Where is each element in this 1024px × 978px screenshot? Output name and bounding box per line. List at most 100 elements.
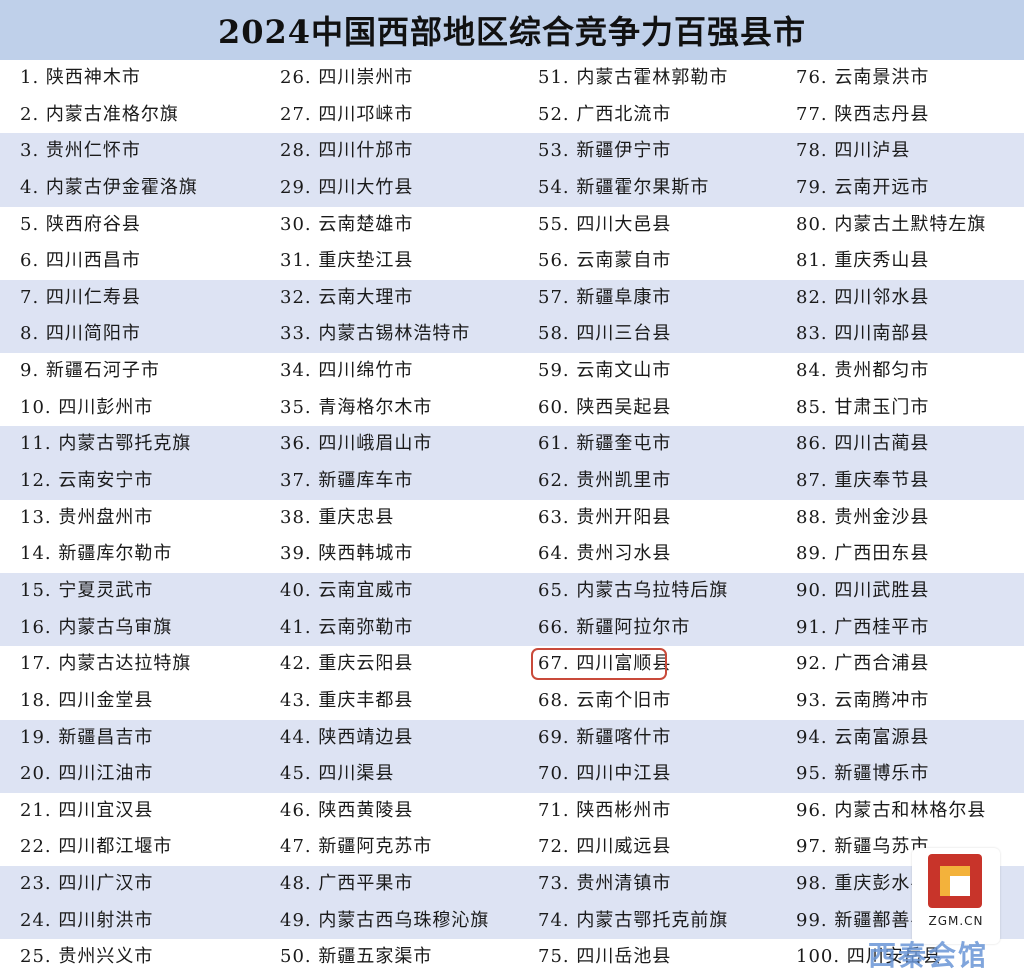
table-cell: 83. 四川南部县 xyxy=(796,323,930,345)
table-cell: 88. 贵州金沙县 xyxy=(796,506,930,528)
table-cell: 89. 广西田东县 xyxy=(796,543,930,565)
logo-text: ZGM.CN xyxy=(928,914,984,928)
table-cell: 94. 云南富源县 xyxy=(796,726,930,748)
table-row: 15. 宁夏灵武市 40. 云南宜威市 65. 内蒙古乌拉特后旗 90. 四川武胜县 xyxy=(0,572,1024,610)
table-cell: 14. 新疆库尔勒市 xyxy=(20,543,173,565)
table-cell: 34. 四川绵竹市 xyxy=(280,360,414,382)
table-cell: 64. 贵州习水县 xyxy=(538,543,672,565)
table-cell: 17. 内蒙古达拉特旗 xyxy=(20,653,192,675)
table-cell: 84. 贵州都匀市 xyxy=(796,360,930,382)
table-cell: 71. 陕西彬州市 xyxy=(538,799,672,821)
table-row: 19. 新疆昌吉市 44. 陕西靖边县 69. 新疆喀什市 94. 云南富源县 xyxy=(0,719,1024,757)
table-row: 18. 四川金堂县 43. 重庆丰都县 68. 云南个旧市 93. 云南腾冲市 xyxy=(0,683,1024,720)
table-cell: 60. 陕西吴起县 xyxy=(538,396,672,418)
table-cell: 73. 贵州清镇市 xyxy=(538,873,672,895)
table-cell: 36. 四川峨眉山市 xyxy=(280,433,433,455)
table-row: 14. 新疆库尔勒市 39. 陕西韩城市 64. 贵州习水县 89. 广西田东县 xyxy=(0,536,1024,573)
table-cell: 43. 重庆丰都县 xyxy=(280,689,414,711)
table-cell: 59. 云南文山市 xyxy=(538,360,672,382)
table-cell: 81. 重庆秀山县 xyxy=(796,250,930,272)
table-row: 8. 四川简阳市 33. 内蒙古锡林浩特市 58. 四川三台县 83. 四川南部县 xyxy=(0,316,1024,354)
table-cell: 82. 四川邻水县 xyxy=(796,286,930,308)
table-cell: 57. 新疆阜康市 xyxy=(538,286,672,308)
table-cell: 77. 陕西志丹县 xyxy=(796,103,930,125)
table-cell: 47. 新疆阿克苏市 xyxy=(280,836,433,858)
table-cell: 26. 四川崇州市 xyxy=(280,67,414,88)
table-cell: 21. 四川宜汉县 xyxy=(20,799,154,821)
table-cell: 3. 贵州仁怀市 xyxy=(20,140,141,162)
table-row: 10. 四川彭州市 35. 青海格尔木市 60. 陕西吴起县 85. 甘肃玉门市 xyxy=(0,390,1024,427)
table-cell: 79. 云南开远市 xyxy=(796,176,930,198)
table-row: 16. 内蒙古乌审旗 41. 云南弥勒市 66. 新疆阿拉尔市 91. 广西桂平市 xyxy=(0,609,1024,647)
table-cell: 56. 云南蒙自市 xyxy=(538,250,672,272)
table-cell: 50. 新疆五家渠市 xyxy=(280,946,433,968)
table-row: 3. 贵州仁怀市 28. 四川什邡市 53. 新疆伊宁市 78. 四川泸县 xyxy=(0,133,1024,170)
table-cell: 8. 四川简阳市 xyxy=(20,323,141,345)
table-cell: 53. 新疆伊宁市 xyxy=(538,140,672,162)
table-cell: 68. 云南个旧市 xyxy=(538,689,672,711)
table-cell: 80. 内蒙古土默特左旗 xyxy=(796,213,987,235)
table-cell: 97. 新疆乌苏市 xyxy=(796,836,930,858)
table-row: 22. 四川都江堰市 47. 新疆阿克苏市 72. 四川威远县 97. 新疆乌苏市 xyxy=(0,829,1024,866)
table-row: 5. 陕西府谷县 30. 云南楚雄市 55. 四川大邑县 80. 内蒙古土默特左旗 xyxy=(0,207,1024,244)
table-cell: 7. 四川仁寿县 xyxy=(20,286,141,308)
table-cell: 74. 内蒙古鄂托克前旗 xyxy=(538,909,729,931)
table-cell: 31. 重庆垫江县 xyxy=(280,250,414,272)
table-cell: 27. 四川邛崃市 xyxy=(280,103,414,125)
table-cell: 45. 四川渠县 xyxy=(280,763,395,785)
table-row: 21. 四川宜汉县 46. 陕西黄陵县 71. 陕西彬州市 96. 内蒙古和林格尔县 xyxy=(0,793,1024,830)
table-row: 12. 云南安宁市 37. 新疆库车市 62. 贵州凯里市 87. 重庆奉节县 xyxy=(0,463,1024,500)
table-cell: 12. 云南安宁市 xyxy=(20,470,154,492)
table-cell: 32. 云南大理市 xyxy=(280,286,414,308)
table-cell: 90. 四川武胜县 xyxy=(796,579,930,601)
table-cell: 63. 贵州开阳县 xyxy=(538,506,672,528)
table-cell: 51. 内蒙古霍林郭勒市 xyxy=(538,67,729,88)
table-cell: 46. 陕西黄陵县 xyxy=(280,799,414,821)
table-cell: 30. 云南楚雄市 xyxy=(280,213,414,235)
table-cell: 29. 四川大竹县 xyxy=(280,176,414,198)
table-cell: 55. 四川大邑县 xyxy=(538,213,672,235)
table-cell: 54. 新疆霍尔果斯市 xyxy=(538,176,710,198)
table-cell: 69. 新疆喀什市 xyxy=(538,726,672,748)
table-row: 17. 内蒙古达拉特旗 42. 重庆云阳县 67. 四川富顺县 92. 广西合浦县 xyxy=(0,646,1024,683)
table-cell: 23. 四川广汉市 xyxy=(20,873,154,895)
table-cell: 75. 四川岳池县 xyxy=(538,946,672,968)
table-cell: 35. 青海格尔木市 xyxy=(280,396,433,418)
table-row: 20. 四川江油市 45. 四川渠县 70. 四川中江县 95. 新疆博乐市 xyxy=(0,756,1024,793)
table-cell: 61. 新疆奎屯市 xyxy=(538,433,672,455)
table-cell: 48. 广西平果市 xyxy=(280,873,414,895)
table-cell: 2. 内蒙古准格尔旗 xyxy=(20,103,179,125)
table-cell: 62. 贵州凯里市 xyxy=(538,470,672,492)
table-cell: 86. 四川古蔺县 xyxy=(796,433,930,455)
table-cell: 18. 四川金堂县 xyxy=(20,689,154,711)
table-cell: 11. 内蒙古鄂托克旗 xyxy=(20,433,192,455)
table-cell: 22. 四川都江堰市 xyxy=(20,836,173,858)
table-cell: 6. 四川西昌市 xyxy=(20,250,141,272)
table-cell: 4. 内蒙古伊金霍洛旗 xyxy=(20,176,198,198)
ranking-table: 1. 陕西神木市 26. 四川崇州市 51. 内蒙古霍林郭勒市 76. 云南景洪市 2.… xyxy=(0,60,1024,976)
table-cell: 52. 广西北流市 xyxy=(538,103,672,125)
table-cell: 92. 广西合浦县 xyxy=(796,653,930,675)
table-cell: 13. 贵州盘州市 xyxy=(20,506,154,528)
table-row: 6. 四川西昌市 31. 重庆垫江县 56. 云南蒙自市 81. 重庆秀山县 xyxy=(0,243,1024,280)
table-cell: 1. 陕西神木市 xyxy=(20,67,141,88)
table-row: 9. 新疆石河子市 34. 四川绵竹市 59. 云南文山市 84. 贵州都匀市 xyxy=(0,353,1024,390)
table-cell: 25. 贵州兴义市 xyxy=(20,946,154,968)
table-cell: 49. 内蒙古西乌珠穆沁旗 xyxy=(280,909,490,931)
highlight-box xyxy=(531,648,667,681)
table-cell: 38. 重庆忠县 xyxy=(280,506,395,528)
table-cell: 24. 四川射洪市 xyxy=(20,909,154,931)
table-cell: 99. 新疆鄯善县 xyxy=(796,909,930,931)
table-cell: 76. 云南景洪市 xyxy=(796,67,930,88)
table-cell: 37. 新疆库车市 xyxy=(280,470,414,492)
table-row: 2. 内蒙古准格尔旗 27. 四川邛崃市 52. 广西北流市 77. 陕西志丹县 xyxy=(0,97,1024,134)
table-row: 13. 贵州盘州市 38. 重庆忠县 63. 贵州开阳县 88. 贵州金沙县 xyxy=(0,500,1024,537)
table-row: 24. 四川射洪市 49. 内蒙古西乌珠穆沁旗 74. 内蒙古鄂托克前旗 99. 新疆… xyxy=(0,902,1024,940)
table-row: 1. 陕西神木市 26. 四川崇州市 51. 内蒙古霍林郭勒市 76. 云南景洪市 xyxy=(0,60,1024,97)
zgm-logo-icon xyxy=(928,854,982,908)
table-row: 23. 四川广汉市 48. 广西平果市 73. 贵州清镇市 98. 重庆彭水县 xyxy=(0,866,1024,903)
table-cell: 41. 云南弥勒市 xyxy=(280,616,414,638)
table-cell: 96. 内蒙古和林格尔县 xyxy=(796,799,987,821)
table-cell: 44. 陕西靖边县 xyxy=(280,726,414,748)
table-cell: 87. 重庆奉节县 xyxy=(796,470,930,492)
